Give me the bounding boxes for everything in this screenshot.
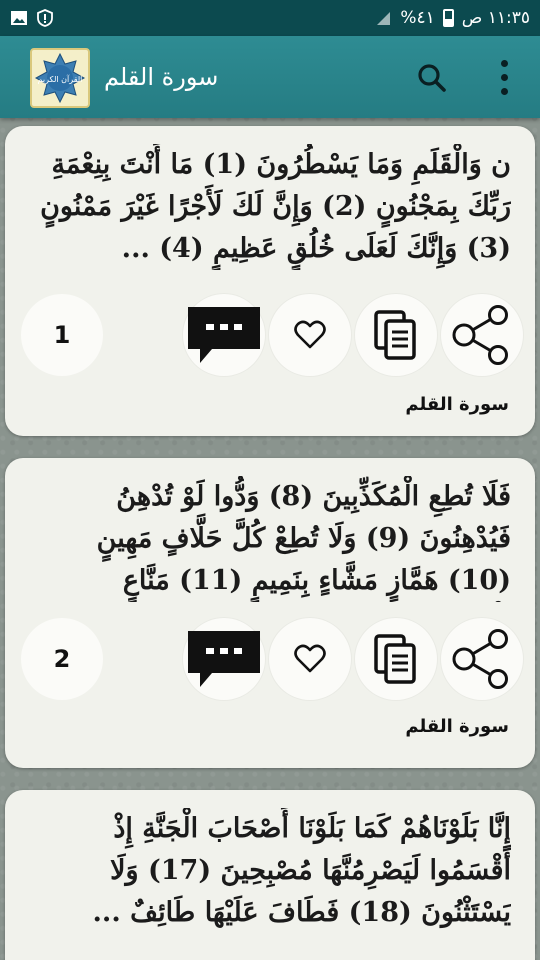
copy-icon — [374, 310, 416, 360]
quran-logo-icon: القرآن الكريم — [34, 52, 86, 104]
surah-label: سورة القلم — [405, 716, 509, 737]
menu-dot-icon — [500, 73, 508, 81]
share-button[interactable] — [441, 618, 523, 700]
share-icon — [452, 305, 508, 365]
surah-label: سورة القلم — [405, 394, 509, 415]
alert-notification-icon — [37, 9, 53, 27]
page-title: سورة القلم — [104, 63, 219, 91]
comment-icon — [188, 307, 260, 363]
search-icon — [418, 64, 446, 92]
comment-button[interactable] — [183, 618, 265, 700]
app-bar: القرآن الكريم سورة القلم — [0, 36, 540, 118]
status-bar: %٤١ ١١:٣٥ ص — [0, 0, 540, 36]
clock: ١١:٣٥ ص — [461, 8, 530, 28]
copy-button[interactable] — [355, 618, 437, 700]
verse-text: إِنَّا بَلَوْنَاهُمْ كَمَا بَلَوْنَا أَص… — [92, 813, 511, 928]
battery-icon — [442, 9, 454, 27]
verse-list[interactable]: ن وَالْقَلَمِ وَمَا يَسْطُرُونَ (1) مَا … — [0, 118, 540, 960]
battery-percent: %٤١ — [400, 8, 435, 28]
share-icon — [452, 629, 508, 689]
verse-text: فَلَا تُطِعِ الْمُكَذِّبِينَ (8) وَدُّوا… — [96, 481, 511, 596]
comment-icon — [188, 631, 260, 687]
copy-button[interactable] — [355, 294, 437, 376]
verse-number: 1 — [21, 294, 103, 376]
heart-icon — [294, 644, 326, 673]
search-button[interactable] — [412, 58, 452, 98]
status-left — [10, 9, 54, 27]
overflow-menu-button[interactable] — [488, 54, 520, 100]
menu-dot-icon — [500, 87, 508, 95]
app-logo: القرآن الكريم — [30, 48, 90, 108]
status-right: %٤١ ١١:٣٥ ص — [374, 8, 530, 28]
image-notification-icon — [11, 11, 27, 25]
copy-icon — [374, 634, 416, 684]
verse-number: 2 — [21, 618, 103, 700]
heart-icon — [294, 320, 326, 349]
verse-card[interactable]: ن وَالْقَلَمِ وَمَا يَسْطُرُونَ (1) مَا … — [5, 126, 535, 436]
comment-button[interactable] — [183, 294, 265, 376]
verse-text: ن وَالْقَلَمِ وَمَا يَسْطُرُونَ (1) مَا … — [40, 149, 511, 264]
logo-text: القرآن الكريم — [38, 74, 83, 84]
share-button[interactable] — [441, 294, 523, 376]
signal-icon — [377, 12, 391, 25]
verse-card[interactable]: فَلَا تُطِعِ الْمُكَذِّبِينَ (8) وَدُّوا… — [5, 458, 535, 768]
menu-dot-icon — [500, 59, 508, 67]
favorite-button[interactable] — [269, 294, 351, 376]
verse-card[interactable]: إِنَّا بَلَوْنَاهُمْ كَمَا بَلَوْنَا أَص… — [5, 790, 535, 960]
favorite-button[interactable] — [269, 618, 351, 700]
